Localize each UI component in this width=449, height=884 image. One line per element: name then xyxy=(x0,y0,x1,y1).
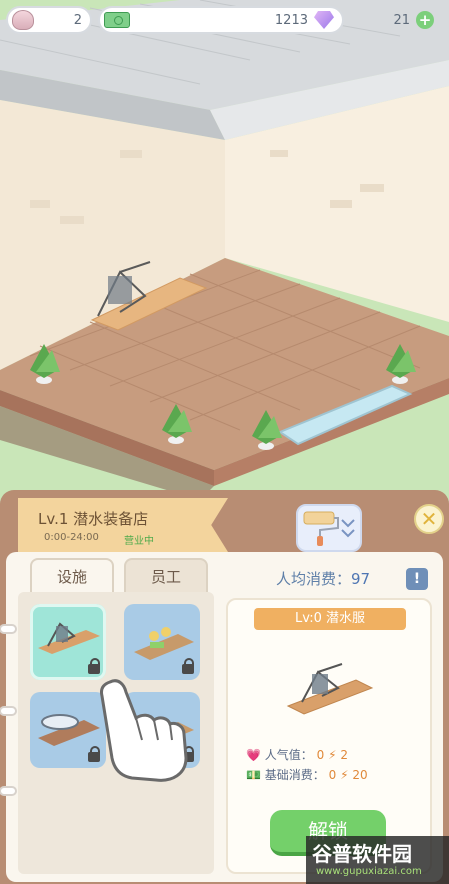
binder-ring xyxy=(0,624,17,634)
boost-icon: ⚡ xyxy=(340,768,349,782)
banknote-icon: 💵 xyxy=(246,768,261,782)
boost-icon: ⚡ xyxy=(328,748,337,762)
shop-title: Lv.1 潜水装备店 xyxy=(38,510,149,528)
wetsuit-rack-icon xyxy=(286,663,374,715)
shell-count: 2 xyxy=(73,12,82,28)
avg-spend-label: 人均消费： xyxy=(276,570,352,588)
base-spend-bonus: 20 xyxy=(352,768,368,782)
banknote-icon xyxy=(104,12,130,28)
shell-icon xyxy=(12,10,34,30)
base-spend-label: 基础消费： xyxy=(264,768,325,782)
popularity-label: 人气值： xyxy=(264,748,313,762)
money-count: 1213 xyxy=(274,12,308,28)
shop-panel: Lv.1 潜水装备店 0:00-24:00 营业中 ✕ 设施 员工 人均消费：9… xyxy=(0,490,449,884)
facility-name: Lv:0 潜水服 xyxy=(254,608,406,630)
base-spend-stat: 💵 基础消费： 0 ⚡ 20 xyxy=(246,766,368,783)
facility-slot-wetsuit-rack[interactable] xyxy=(30,604,106,680)
binder-ring xyxy=(0,706,17,716)
add-gems-button[interactable]: + xyxy=(416,11,434,29)
paint-roller-icon xyxy=(303,511,355,546)
tab-facilities[interactable]: 设施 xyxy=(30,558,114,592)
binder-ring xyxy=(0,786,17,796)
gem-counter: 21 + xyxy=(350,6,434,34)
facility-slot-gear-shelf[interactable] xyxy=(124,604,200,680)
gem-count: 21 xyxy=(393,12,410,28)
gem-icon xyxy=(314,11,334,29)
shop-hours: 0:00-24:00 xyxy=(44,532,99,543)
money-counter: 1213 xyxy=(98,6,344,34)
shell-counter: 2 xyxy=(6,6,92,34)
shop-room-illustration xyxy=(0,0,449,500)
popularity-stat: 💗 人气值： 0 ⚡ 2 xyxy=(246,746,348,763)
shop-status: 营业中 xyxy=(124,536,154,547)
tutorial-hand-icon xyxy=(100,679,188,782)
decorate-button[interactable] xyxy=(296,504,362,552)
game-scene[interactable]: 2 1213 21 + xyxy=(0,0,449,500)
popularity-bonus: 2 xyxy=(340,748,348,762)
watermark-text: 谷普软件园 xyxy=(312,842,412,866)
heart-icon: 💗 xyxy=(246,748,261,762)
base-spend-value: 0 xyxy=(328,768,337,782)
watermark-url: www.gupuxiazai.com xyxy=(316,866,422,877)
popularity-value: 0 xyxy=(316,748,325,762)
watermark: 谷普软件园 www.gupuxiazai.com xyxy=(306,836,449,884)
lock-icon xyxy=(182,658,194,674)
close-button[interactable]: ✕ xyxy=(414,504,444,534)
resource-bar: 2 1213 21 + xyxy=(6,6,443,36)
avg-spend-value: 97 xyxy=(351,570,371,588)
tab-staff[interactable]: 员工 xyxy=(124,558,208,592)
info-button[interactable]: ! xyxy=(406,568,428,590)
facility-detail-card: Lv:0 潜水服 💗 人气值： 0 ⚡ 2 💵 基础消费： 0 ⚡ 20 解锁 xyxy=(226,598,432,874)
avg-spend: 人均消费：97 xyxy=(276,568,370,589)
lock-icon xyxy=(88,658,100,674)
